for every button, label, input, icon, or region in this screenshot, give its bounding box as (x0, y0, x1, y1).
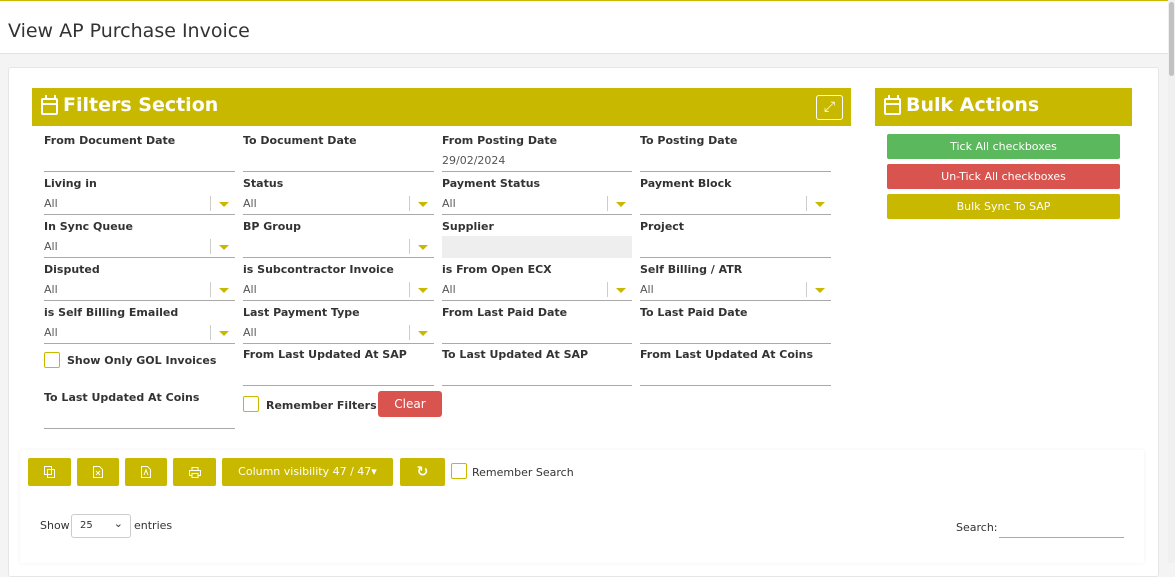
print-button[interactable] (173, 458, 216, 486)
copy-button[interactable] (28, 458, 71, 486)
page-title: View AP Purchase Invoice (8, 20, 250, 42)
in-sync-queue-label: In Sync Queue (44, 220, 133, 233)
is-subcontractor-invoice-select[interactable]: All (243, 279, 434, 301)
payment-block-select[interactable] (640, 193, 831, 215)
calendar-icon (41, 95, 58, 115)
refresh-button[interactable]: ↻ (400, 458, 445, 486)
entries-select[interactable]: 25 (71, 514, 131, 538)
to-posting-date-label: To Posting Date (640, 134, 738, 147)
excel-icon (93, 466, 103, 478)
to-document-date-label: To Document Date (243, 134, 357, 147)
disputed-label: Disputed (44, 263, 100, 276)
remember-search-checkbox[interactable] (451, 463, 467, 479)
excel-button[interactable] (77, 458, 119, 486)
last-payment-type-select[interactable]: All (243, 322, 434, 344)
copy-icon (44, 466, 55, 478)
pdf-icon (141, 466, 151, 478)
payment-status-select[interactable]: All (442, 193, 632, 215)
bulk-sync-button[interactable]: Bulk Sync To SAP (887, 194, 1120, 219)
search-label: Search: (956, 521, 998, 534)
from-last-updated-coins-input[interactable] (640, 364, 831, 386)
filters-title: Filters Section (63, 94, 219, 116)
is-self-billing-emailed-select[interactable]: All (44, 322, 235, 344)
entries-label: entries (134, 519, 173, 532)
supplier-label: Supplier (442, 220, 494, 233)
bulk-actions-header: Bulk Actions (875, 88, 1132, 126)
refresh-icon: ↻ (416, 464, 429, 480)
calendar-icon (884, 95, 901, 115)
living-in-label: Living in (44, 177, 97, 190)
show-only-gol-checkbox[interactable] (44, 352, 60, 368)
to-last-updated-sap-label: To Last Updated At SAP (442, 348, 589, 361)
to-last-updated-coins-input[interactable] (44, 407, 235, 429)
filters-header: Filters Section ⤢ (32, 88, 851, 126)
status-select[interactable]: All (243, 193, 434, 215)
clear-button[interactable]: Clear (378, 391, 442, 417)
from-document-date-input[interactable] (44, 150, 235, 172)
to-last-paid-date-label: To Last Paid Date (640, 306, 748, 319)
from-last-paid-date-label: From Last Paid Date (442, 306, 568, 319)
to-last-paid-date-input[interactable] (640, 322, 831, 344)
from-posting-date-label: From Posting Date (442, 134, 558, 147)
payment-status-label: Payment Status (442, 177, 541, 190)
last-payment-type-label: Last Payment Type (243, 306, 360, 319)
to-document-date-input[interactable] (243, 150, 434, 172)
from-last-updated-sap-label: From Last Updated At SAP (243, 348, 407, 361)
from-document-date-label: From Document Date (44, 134, 176, 147)
self-billing-atr-label: Self Billing / ATR (640, 263, 743, 276)
scrollbar-thumb[interactable] (1169, 2, 1174, 76)
bulk-actions-title: Bulk Actions (906, 94, 1040, 116)
to-last-updated-coins-label: To Last Updated At Coins (44, 391, 200, 404)
expand-icon[interactable]: ⤢ (816, 95, 843, 120)
is-from-open-ecx-label: is From Open ECX (442, 263, 552, 276)
print-icon (188, 466, 201, 478)
show-only-gol-label: Show Only GOL Invoices (67, 354, 217, 367)
payment-block-label: Payment Block (640, 177, 732, 190)
remember-filters-label: Remember Filters (266, 399, 377, 412)
from-last-paid-date-input[interactable] (442, 322, 632, 344)
show-label: Show (40, 519, 70, 532)
is-subcontractor-invoice-label: is Subcontractor Invoice (243, 263, 394, 276)
from-last-updated-sap-input[interactable] (243, 364, 434, 386)
pdf-button[interactable] (125, 458, 167, 486)
untick-all-button[interactable]: Un-Tick All checkboxes (887, 164, 1120, 189)
tick-all-button[interactable]: Tick All checkboxes (887, 134, 1120, 159)
to-posting-date-input[interactable] (640, 150, 831, 172)
project-label: Project (640, 220, 685, 233)
remember-search-label: Remember Search (472, 466, 574, 479)
bp-group-select[interactable] (243, 236, 434, 258)
in-sync-queue-select[interactable]: All (44, 236, 235, 258)
from-posting-date-input[interactable]: 29/02/2024 (442, 150, 632, 172)
to-last-updated-sap-input[interactable] (442, 364, 632, 386)
living-in-select[interactable]: All (44, 193, 235, 215)
from-last-updated-coins-label: From Last Updated At Coins (640, 348, 814, 361)
disputed-select[interactable]: All (44, 279, 235, 301)
page-scrollbar[interactable] (1168, 0, 1175, 563)
self-billing-atr-select[interactable]: All (640, 279, 831, 301)
page-header: View AP Purchase Invoice (0, 1, 1168, 54)
bp-group-label: BP Group (243, 220, 301, 233)
project-input[interactable] (640, 236, 831, 258)
column-visibility-button[interactable]: Column visibility 47 / 47▾ (222, 458, 393, 486)
status-label: Status (243, 177, 284, 190)
remember-filters-checkbox[interactable] (243, 396, 259, 412)
search-input[interactable] (999, 518, 1124, 538)
supplier-input (442, 236, 632, 258)
is-from-open-ecx-select[interactable]: All (442, 279, 632, 301)
is-self-billing-emailed-label: is Self Billing Emailed (44, 306, 179, 319)
